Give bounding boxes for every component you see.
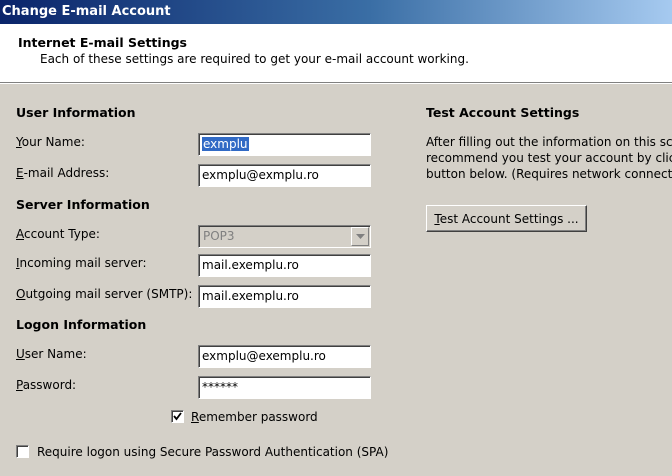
test-description-line: recommend you test your account by click… [426, 151, 672, 165]
spa-checkbox[interactable] [16, 445, 29, 458]
password-label: Password: [16, 378, 77, 392]
incoming-server-label: Incoming mail server: [16, 256, 147, 270]
checkmark-icon [173, 412, 182, 421]
test-account-settings-button[interactable]: Test Account Settings ... [426, 205, 587, 232]
spa-label[interactable]: Require logon using Secure Password Auth… [37, 445, 388, 459]
test-description-line: button below. (Requires network connecti… [426, 167, 672, 181]
user-information-heading: User Information [16, 105, 136, 120]
dialog-header: Internet E-mail Settings Each of these s… [0, 24, 672, 82]
user-name-label: User Name: [16, 347, 87, 361]
email-address-input[interactable]: exmplu@exmplu.ro [198, 164, 371, 187]
header-subtitle: Each of these settings are required to g… [40, 52, 469, 66]
outgoing-server-label: Outgoing mail server (SMTP): [16, 287, 193, 301]
test-account-heading: Test Account Settings [426, 105, 580, 120]
header-title: Internet E-mail Settings [18, 35, 187, 50]
incoming-server-input[interactable]: mail.exemplu.ro [198, 254, 371, 277]
account-type-label: Account Type: [16, 227, 100, 241]
your-name-input[interactable]: exmplu [198, 133, 371, 156]
header-divider-highlight [0, 83, 672, 84]
test-description-line: After filling out the information on thi… [426, 135, 672, 149]
your-name-label: Your Name: [16, 135, 85, 149]
test-account-description: After filling out the information on thi… [426, 134, 672, 182]
outgoing-server-input[interactable]: mail.exemplu.ro [198, 285, 371, 308]
email-address-label: E-mail Address: [16, 166, 110, 180]
remember-password-label[interactable]: Remember password [191, 410, 318, 424]
logon-information-heading: Logon Information [16, 317, 147, 332]
password-input[interactable]: ****** [198, 376, 371, 399]
account-type-select[interactable]: POP3 [198, 225, 371, 248]
user-name-input[interactable]: exmplu@exemplu.ro [198, 345, 371, 368]
chevron-down-icon[interactable] [351, 227, 369, 246]
server-information-heading: Server Information [16, 197, 150, 212]
remember-password-checkbox[interactable] [171, 410, 184, 423]
window-title: Change E-mail Account [0, 0, 672, 24]
